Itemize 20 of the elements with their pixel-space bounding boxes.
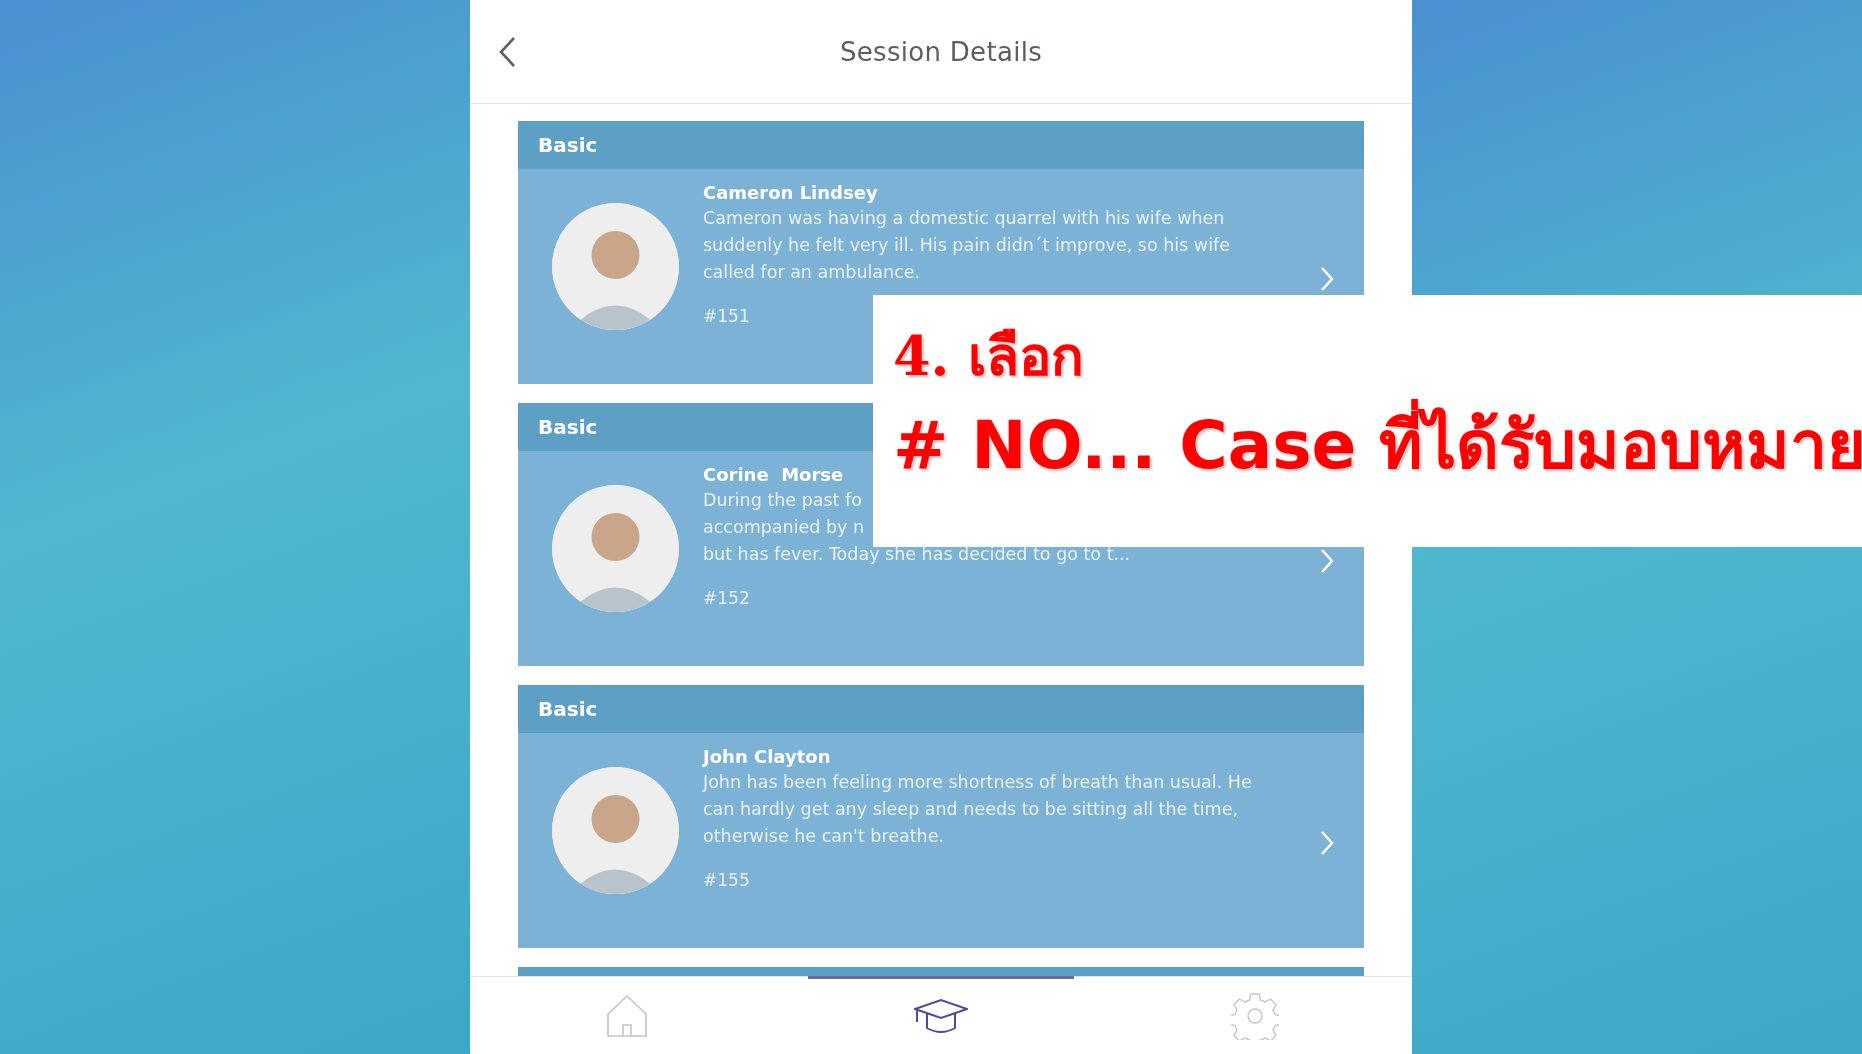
case-description-line: called for an ambulance. xyxy=(703,261,921,284)
case-description-line: suddenly he felt very ill. His pain didn´t improve, so his wife xyxy=(703,234,1230,257)
case-number: #155 xyxy=(703,870,750,890)
case-level: Basic xyxy=(538,415,598,439)
patient-name: Cameron Lindsey xyxy=(703,181,878,205)
case-number: #151 xyxy=(703,306,750,326)
patient-name: Corine Morse xyxy=(703,463,844,487)
case-description-line: Cameron was having a domestic quarrel with his wife when xyxy=(703,207,1225,230)
patient-name: John Clayton xyxy=(703,745,831,769)
case-description-line: John has been feeling more shortness of breath than usual. He xyxy=(703,771,1252,794)
case-number: #152 xyxy=(703,588,750,608)
case-description-line: but has fever. Today she has decided to go to t... xyxy=(703,543,1131,566)
case-description-line: During the past fo xyxy=(703,489,862,512)
case-description-line: otherwise he can't breathe. xyxy=(703,825,945,848)
screen-title: Session Details xyxy=(839,36,1043,67)
case-level: Basic xyxy=(538,133,598,157)
case-description-line: can hardly get any sleep and needs to be sitting all the time, xyxy=(703,798,1238,821)
instruction-text: # NO... Case ที่ได้รับมอบหมาย xyxy=(893,391,1862,501)
case-description-line: accompanied by n xyxy=(703,516,865,539)
case-level: Basic xyxy=(538,697,598,721)
